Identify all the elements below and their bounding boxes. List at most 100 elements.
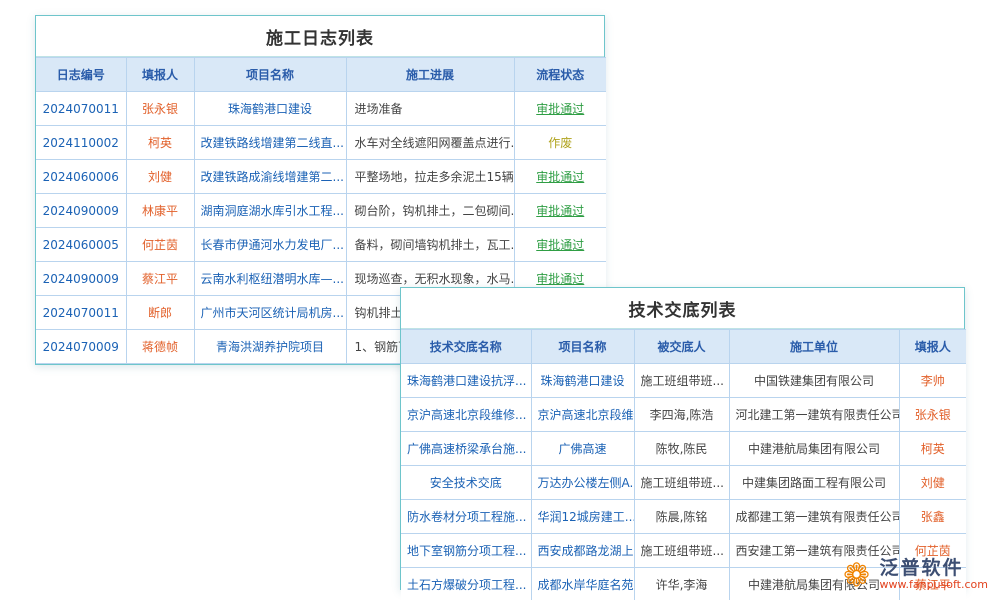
- filler-cell: 何芷茵: [126, 228, 194, 262]
- progress-cell: 备料，砌间墙钩机排土，瓦工...: [346, 228, 514, 262]
- receiver-cell: 施工班组带班...: [634, 364, 729, 398]
- receiver-cell: 陈晨,陈铭: [634, 500, 729, 534]
- unit-cell: 成都建工第一建筑有限责任公司: [729, 500, 899, 534]
- col-header-receiver: 被交底人: [634, 330, 729, 364]
- progress-cell: 砌台阶，钩机排土，二包砌间...: [346, 194, 514, 228]
- col-header-project: 项目名称: [194, 58, 346, 92]
- project-name-link[interactable]: 珠海鹤港口建设: [194, 92, 346, 126]
- construction-log-title: 施工日志列表: [36, 16, 604, 57]
- col-header-unit: 施工单位: [729, 330, 899, 364]
- status-badge[interactable]: 审批通过: [536, 204, 584, 218]
- log-id-cell: 2024090009: [36, 194, 126, 228]
- disclosure-name-link[interactable]: 土石方爆破分项工程...: [401, 568, 531, 600]
- filler-cell: 蒋德帧: [126, 330, 194, 364]
- status-cell: 作废: [514, 126, 606, 160]
- tech-disclosure-title: 技术交底列表: [401, 288, 964, 329]
- filler-cell: 柯英: [126, 126, 194, 160]
- filler-cell: 蔡江平: [126, 262, 194, 296]
- log-id-cell: 2024070009: [36, 330, 126, 364]
- project-name-link[interactable]: 成都水岸华庭名苑...: [531, 568, 634, 600]
- table-row[interactable]: 2024060006 刘健 改建铁路成渝线增建第二... 平整场地，拉走多余泥土…: [36, 160, 606, 194]
- filler-cell: 林康平: [126, 194, 194, 228]
- fanpu-logo-icon: ❁: [840, 558, 874, 592]
- log-id-cell: 2024090009: [36, 262, 126, 296]
- progress-cell: 水车对全线遮阳网覆盖点进行...: [346, 126, 514, 160]
- project-name-link[interactable]: 湖南洞庭湖水库引水工程...: [194, 194, 346, 228]
- log-id-cell: 2024070011: [36, 92, 126, 126]
- col-header-flow-status: 流程状态: [514, 58, 606, 92]
- project-name-link[interactable]: 西安成都路龙湖上...: [531, 534, 634, 568]
- filler-cell: 李帅: [899, 364, 966, 398]
- status-badge[interactable]: 审批通过: [536, 170, 584, 184]
- table-row[interactable]: 广佛高速桥梁承台施... 广佛高速 陈牧,陈民 中建港航局集团有限公司 柯英: [401, 432, 966, 466]
- progress-cell: 进场准备: [346, 92, 514, 126]
- filler-cell: 刘健: [126, 160, 194, 194]
- receiver-cell: 陈牧,陈民: [634, 432, 729, 466]
- disclosure-name-link[interactable]: 安全技术交底: [401, 466, 531, 500]
- tech-disclosure-panel: 技术交底列表 技术交底名称 项目名称 被交底人 施工单位 填报人 珠海鹤港口建设…: [400, 287, 965, 590]
- status-cell: 审批通过: [514, 228, 606, 262]
- project-name-link[interactable]: 云南水利枢纽潜明水库—...: [194, 262, 346, 296]
- log-id-cell: 2024110002: [36, 126, 126, 160]
- filler-cell: 柯英: [899, 432, 966, 466]
- project-name-link[interactable]: 广州市天河区统计局机房...: [194, 296, 346, 330]
- table-row[interactable]: 2024090009 林康平 湖南洞庭湖水库引水工程... 砌台阶，钩机排土，二…: [36, 194, 606, 228]
- filler-cell: 刘健: [899, 466, 966, 500]
- table-row[interactable]: 2024110002 柯英 改建铁路线增建第二线直... 水车对全线遮阳网覆盖点…: [36, 126, 606, 160]
- receiver-cell: 许华,李海: [634, 568, 729, 600]
- tech-disclosure-header-row: 技术交底名称 项目名称 被交底人 施工单位 填报人: [401, 330, 966, 364]
- unit-cell: 河北建工第一建筑有限责任公司: [729, 398, 899, 432]
- unit-cell: 中国铁建集团有限公司: [729, 364, 899, 398]
- project-name-link[interactable]: 青海洪湖养护院项目: [194, 330, 346, 364]
- brand-name: 泛普软件: [880, 558, 988, 580]
- col-header-progress: 施工进展: [346, 58, 514, 92]
- brand-url: www.fanpusoft.com: [880, 579, 988, 592]
- filler-cell: 张鑫: [899, 500, 966, 534]
- col-header-log-id: 日志编号: [36, 58, 126, 92]
- project-name-link[interactable]: 改建铁路线增建第二线直...: [194, 126, 346, 160]
- project-name-link[interactable]: 珠海鹤港口建设: [531, 364, 634, 398]
- receiver-cell: 施工班组带班...: [634, 466, 729, 500]
- col-header-disclosure-name: 技术交底名称: [401, 330, 531, 364]
- table-row[interactable]: 京沪高速北京段维修... 京沪高速北京段维修 李四海,陈浩 河北建工第一建筑有限…: [401, 398, 966, 432]
- project-name-link[interactable]: 改建铁路成渝线增建第二...: [194, 160, 346, 194]
- col-header-project: 项目名称: [531, 330, 634, 364]
- progress-cell: 平整场地，拉走多余泥土15辆...: [346, 160, 514, 194]
- project-name-link[interactable]: 长春市伊通河水力发电厂...: [194, 228, 346, 262]
- filler-cell: 张永银: [899, 398, 966, 432]
- col-header-filler: 填报人: [126, 58, 194, 92]
- brand-text: 泛普软件 www.fanpusoft.com: [880, 558, 988, 592]
- receiver-cell: 李四海,陈浩: [634, 398, 729, 432]
- disclosure-name-link[interactable]: 珠海鹤港口建设抗浮...: [401, 364, 531, 398]
- col-header-filler: 填报人: [899, 330, 966, 364]
- status-badge[interactable]: 作废: [548, 136, 572, 150]
- status-badge[interactable]: 审批通过: [536, 238, 584, 252]
- disclosure-name-link[interactable]: 防水卷材分项工程施...: [401, 500, 531, 534]
- log-id-cell: 2024060006: [36, 160, 126, 194]
- status-cell: 审批通过: [514, 92, 606, 126]
- project-name-link[interactable]: 京沪高速北京段维修: [531, 398, 634, 432]
- table-row[interactable]: 防水卷材分项工程施... 华润12城房建工... 陈晨,陈铭 成都建工第一建筑有…: [401, 500, 966, 534]
- disclosure-name-link[interactable]: 广佛高速桥梁承台施...: [401, 432, 531, 466]
- receiver-cell: 施工班组带班...: [634, 534, 729, 568]
- project-name-link[interactable]: 华润12城房建工...: [531, 500, 634, 534]
- project-name-link[interactable]: 万达办公楼左侧A...: [531, 466, 634, 500]
- construction-log-header-row: 日志编号 填报人 项目名称 施工进展 流程状态: [36, 58, 606, 92]
- log-id-cell: 2024070011: [36, 296, 126, 330]
- brand-watermark: ❁ 泛普软件 www.fanpusoft.com: [840, 558, 988, 592]
- disclosure-name-link[interactable]: 地下室钢筋分项工程...: [401, 534, 531, 568]
- log-id-cell: 2024060005: [36, 228, 126, 262]
- filler-cell: 断郎: [126, 296, 194, 330]
- project-name-link[interactable]: 广佛高速: [531, 432, 634, 466]
- table-row[interactable]: 珠海鹤港口建设抗浮... 珠海鹤港口建设 施工班组带班... 中国铁建集团有限公…: [401, 364, 966, 398]
- unit-cell: 中建港航局集团有限公司: [729, 432, 899, 466]
- disclosure-name-link[interactable]: 京沪高速北京段维修...: [401, 398, 531, 432]
- table-row[interactable]: 安全技术交底 万达办公楼左侧A... 施工班组带班... 中建集团路面工程有限公…: [401, 466, 966, 500]
- unit-cell: 中建集团路面工程有限公司: [729, 466, 899, 500]
- status-badge[interactable]: 审批通过: [536, 272, 584, 286]
- table-row[interactable]: 2024060005 何芷茵 长春市伊通河水力发电厂... 备料，砌间墙钩机排土…: [36, 228, 606, 262]
- status-cell: 审批通过: [514, 194, 606, 228]
- status-badge[interactable]: 审批通过: [536, 102, 584, 116]
- table-row[interactable]: 2024070011 张永银 珠海鹤港口建设 进场准备 审批通过: [36, 92, 606, 126]
- filler-cell: 张永银: [126, 92, 194, 126]
